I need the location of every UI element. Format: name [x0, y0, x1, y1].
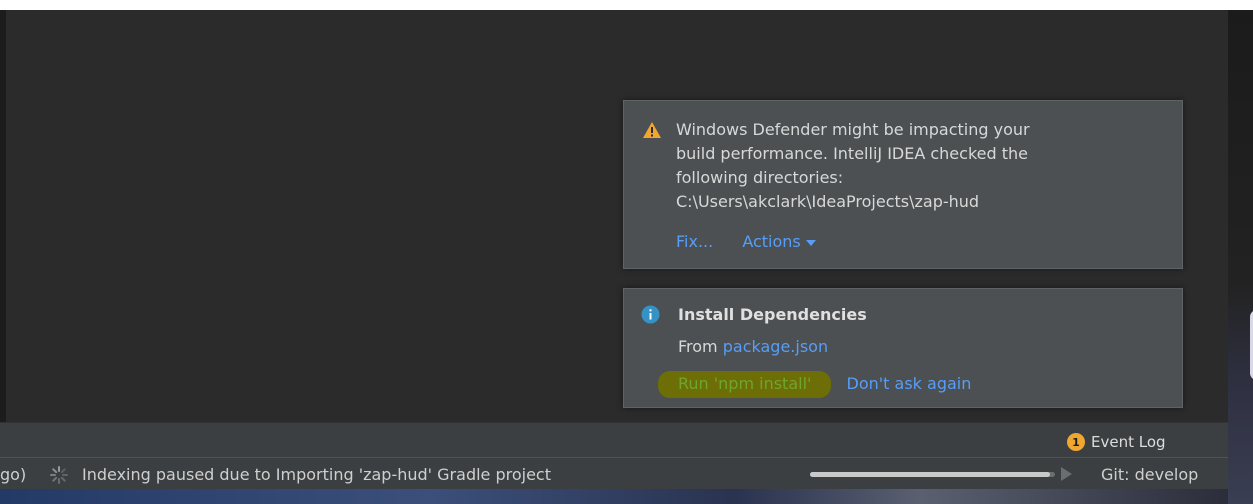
indexing-progress-bar[interactable]	[810, 472, 1055, 477]
install-dependencies-notification: Install Dependencies From package.json R…	[623, 288, 1183, 408]
window-top-edge	[0, 0, 1253, 10]
defender-path: C:\Users\akclark\IdeaProjects\zap-hud	[676, 192, 980, 211]
event-count-badge: 1	[1067, 433, 1085, 451]
run-npm-install-link[interactable]: Run 'npm install'	[658, 371, 832, 398]
event-log-label: Event Log	[1091, 433, 1166, 451]
defender-line: following directories:	[676, 168, 844, 187]
warning-icon	[643, 122, 661, 138]
from-line: From package.json	[678, 337, 828, 356]
spinner-icon	[50, 466, 68, 484]
package-json-link[interactable]: package.json	[723, 337, 828, 356]
defender-notification: Windows Defender might be impacting your…	[623, 100, 1183, 269]
defender-message: Windows Defender might be impacting your…	[676, 118, 1146, 214]
actions-dropdown[interactable]: Actions	[742, 232, 816, 251]
desktop-background	[1228, 10, 1253, 504]
dont-ask-again-link[interactable]: Don't ask again	[847, 374, 972, 393]
install-actions: Run 'npm install' Don't ask again	[658, 371, 971, 398]
tool-window-bar: 1 Event Log	[0, 422, 1228, 457]
desktop-taskbar-strip	[0, 489, 1228, 504]
defender-line: Windows Defender might be impacting your	[676, 120, 1030, 139]
info-icon	[641, 305, 660, 324]
status-bar: go) Indexing paused due to Importing 'za…	[0, 457, 1228, 489]
resume-indexing-icon[interactable]	[1061, 467, 1072, 481]
progress-fill	[810, 472, 1051, 477]
status-prefix: go)	[0, 465, 27, 484]
event-log-button[interactable]: 1 Event Log	[1067, 432, 1166, 452]
git-branch-widget[interactable]: Git: develop	[1101, 465, 1198, 484]
from-prefix: From	[678, 337, 718, 356]
notification-title: Install Dependencies	[678, 305, 867, 324]
defender-line: build performance. IntelliJ IDEA checked…	[676, 144, 1028, 163]
actions-label: Actions	[742, 232, 801, 251]
defender-actions: Fix... Actions	[676, 232, 816, 251]
indexing-status[interactable]: Indexing paused due to Importing 'zap-hu…	[82, 465, 551, 484]
fix-link[interactable]: Fix...	[676, 232, 713, 251]
caret-down-icon	[805, 239, 816, 246]
